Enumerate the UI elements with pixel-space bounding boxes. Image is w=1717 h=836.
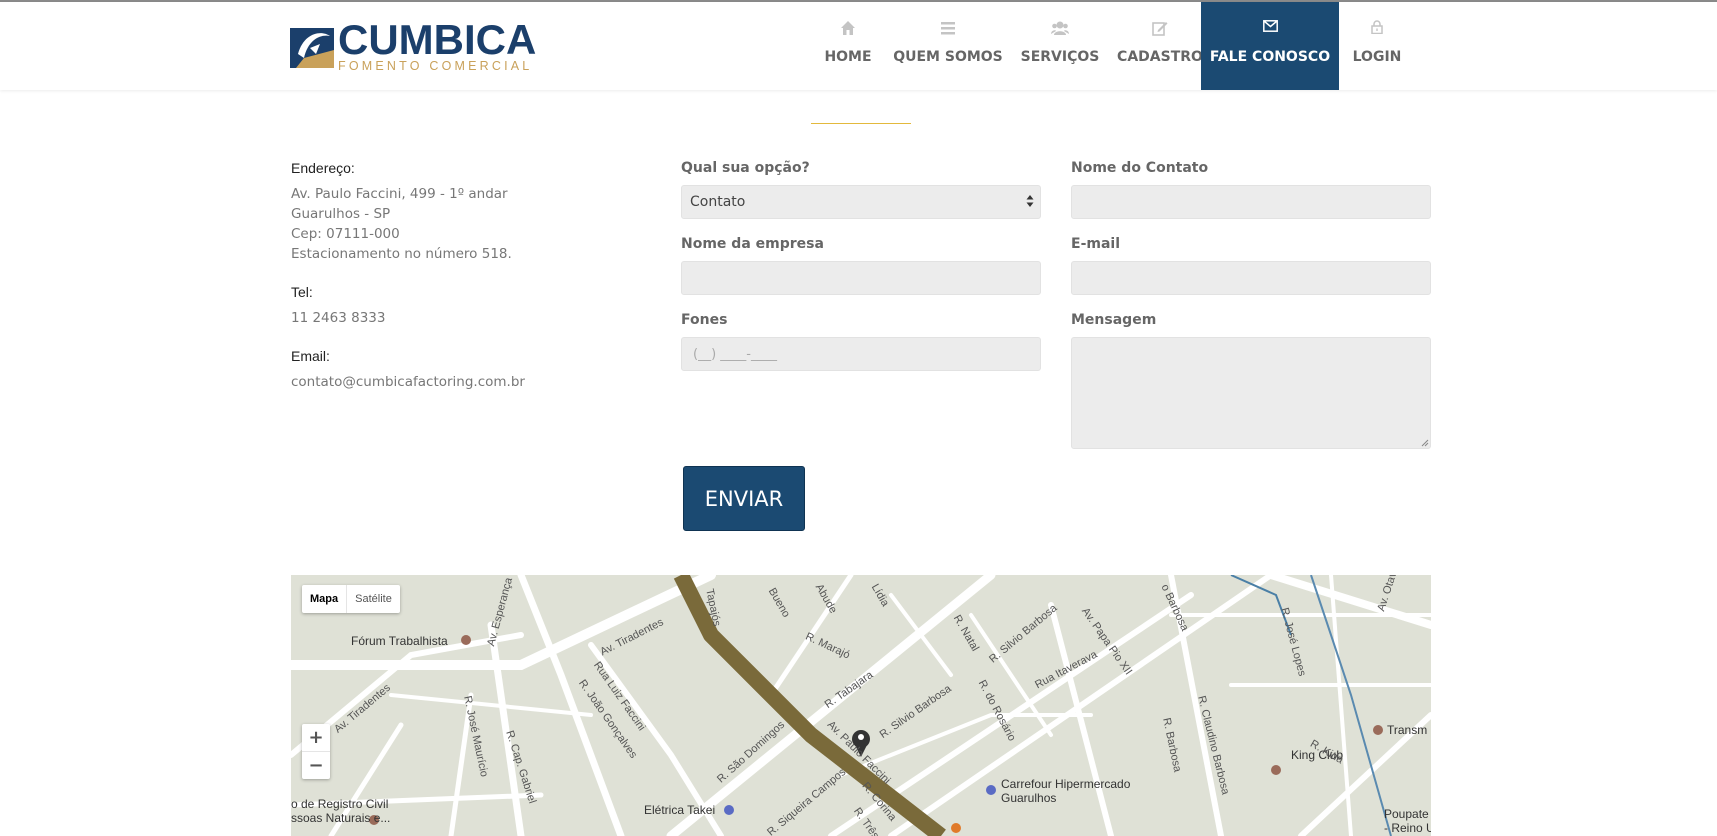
zoom-control: + − <box>302 724 330 779</box>
zoom-in-button[interactable]: + <box>302 724 330 751</box>
nav-servicos-label: SERVIÇOS <box>1020 49 1100 65</box>
map-place: Poupate <box>1384 807 1429 821</box>
location-map[interactable]: Mapa Satélite + − Fórum Trabalhista King… <box>291 575 1431 836</box>
nav-quem-somos-label: QUEM SOMOS <box>893 49 1003 65</box>
phones-input[interactable]: (__) ____-____ <box>681 337 1041 371</box>
nav-fale-conosco[interactable]: FALE CONOSCO <box>1201 2 1339 90</box>
contact-name-label: Nome do Contato <box>1071 160 1209 176</box>
edit-icon <box>1152 22 1168 36</box>
address-line: Av. Paulo Faccini, 499 - 1º andar <box>291 186 508 202</box>
email-label: E-mail <box>1071 236 1121 252</box>
address-line: Estacionamento no número 518. <box>291 246 512 262</box>
message-textarea[interactable] <box>1071 337 1431 449</box>
option-label: Qual sua opção? <box>681 160 810 176</box>
nav-fale-conosco-label: FALE CONOSCO <box>1209 49 1331 65</box>
nav-quem-somos[interactable]: QUEM SOMOS <box>886 2 1010 90</box>
map-type-satellite[interactable]: Satélite <box>346 585 400 613</box>
list-icon <box>941 22 955 35</box>
address-label: Endereço: <box>291 160 355 176</box>
cumbica-logo[interactable]: CUMBICA FOMENTO COMERCIAL <box>290 16 536 74</box>
map-place: Fórum Trabalhista <box>351 634 448 648</box>
site-header: CUMBICA FOMENTO COMERCIAL HOME QUEM SOMO… <box>0 2 1717 90</box>
map-place: Transm <box>1387 723 1428 737</box>
nav-login-label: LOGIN <box>1352 49 1402 65</box>
map-place: - Reino U <box>1384 821 1431 835</box>
email-value[interactable]: contato@cumbicafactoring.com.br <box>291 372 621 392</box>
message-label: Mensagem <box>1071 312 1157 328</box>
email-label: Email: <box>291 348 330 364</box>
resize-grip-icon[interactable] <box>1421 439 1429 447</box>
contact-info: Endereço: Av. Paulo Faccini, 499 - 1º an… <box>291 160 621 392</box>
map-type-map[interactable]: Mapa <box>302 585 346 613</box>
home-icon <box>841 21 855 35</box>
envelope-icon <box>1262 20 1278 32</box>
logo-brand: CUMBICA <box>338 16 537 63</box>
map-place: Guarulhos <box>1001 791 1057 805</box>
nav-home[interactable]: HOME <box>810 2 886 90</box>
section-divider <box>811 123 911 124</box>
map-type-control: Mapa Satélite <box>302 585 400 613</box>
phones-placeholder: (__) ____-____ <box>693 347 777 362</box>
address-block: Av. Paulo Faccini, 499 - 1º andar Guarul… <box>291 184 621 264</box>
users-icon <box>1051 21 1069 35</box>
nav-login[interactable]: LOGIN <box>1339 2 1415 90</box>
nav-cadastro[interactable]: CADASTRO <box>1110 2 1210 90</box>
nav-cadastro-label: CADASTRO <box>1117 49 1203 65</box>
select-arrows-icon <box>1026 195 1034 207</box>
map-place: Carrefour Hipermercado <box>1001 777 1131 791</box>
map-place: o de Registro Civil <box>291 797 389 811</box>
contact-name-input[interactable] <box>1071 185 1431 219</box>
address-line: Cep: 07111-000 <box>291 226 400 242</box>
nav-home-label: HOME <box>824 49 872 65</box>
zoom-out-button[interactable]: − <box>302 751 330 779</box>
phone-label: Tel: <box>291 284 313 300</box>
logo-mark-icon <box>290 28 334 68</box>
option-select[interactable]: Contato <box>681 185 1041 219</box>
nav-servicos[interactable]: SERVIÇOS <box>1010 2 1110 90</box>
email-input[interactable] <box>1071 261 1431 295</box>
address-line: Guarulhos - SP <box>291 206 391 222</box>
submit-button[interactable]: ENVIAR <box>683 466 805 531</box>
phone-value: 11 2463 8333 <box>291 310 386 326</box>
map-place: ssoas Naturais e... <box>291 811 391 825</box>
lock-icon <box>1371 20 1383 34</box>
map-place: Elétrica Takei <box>644 803 716 817</box>
company-input[interactable] <box>681 261 1041 295</box>
company-label: Nome da empresa <box>681 236 824 252</box>
phones-label: Fones <box>681 312 728 328</box>
option-select-value: Contato <box>690 194 746 210</box>
logo-tagline: FOMENTO COMERCIAL <box>338 59 533 73</box>
